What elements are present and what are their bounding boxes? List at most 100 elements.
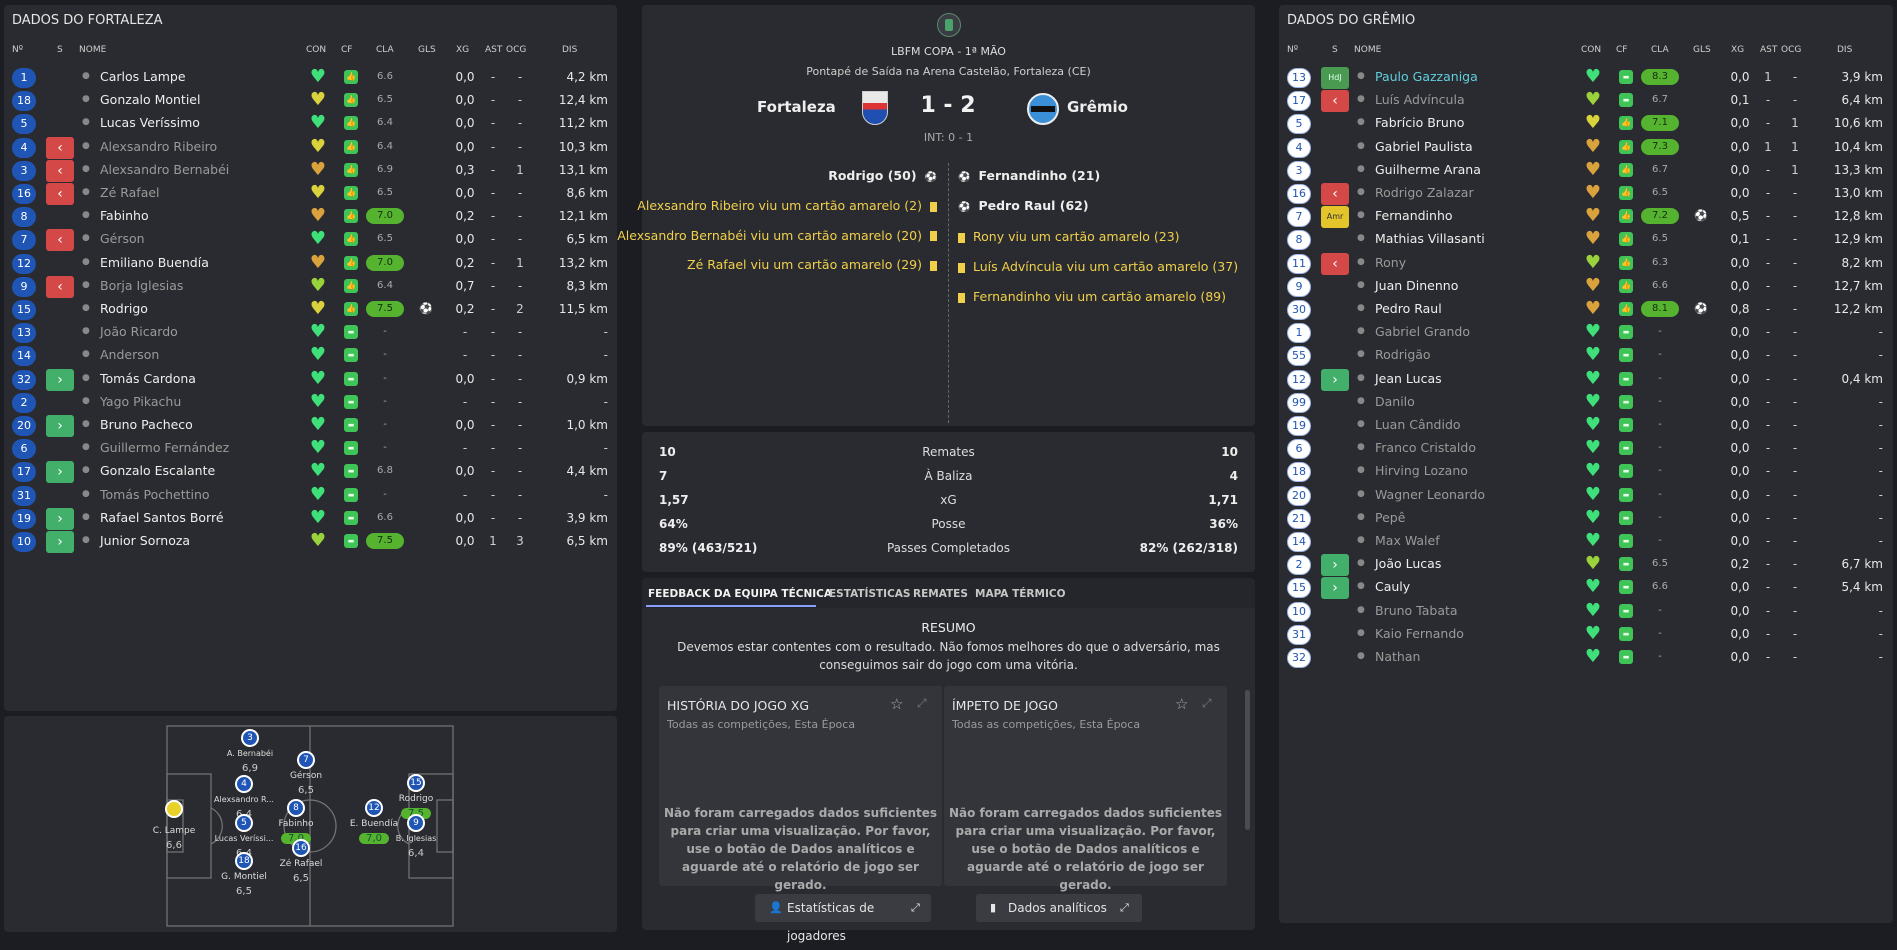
player-name[interactable]: João Lucas [1375,554,1441,574]
col-ast[interactable]: AST [485,45,502,55]
pitch-player[interactable]: 16 Zé Rafael 6,5 [266,839,336,899]
player-name[interactable]: Franco Cristaldo [1375,438,1476,458]
player-name[interactable]: Luan Cândido [1375,415,1461,435]
condition-heart-icon: ♥ [1584,321,1602,343]
player-name[interactable]: Jean Lucas [1375,369,1442,389]
player-name[interactable]: Guilherme Arana [1375,160,1481,180]
col-cla[interactable]: CLA [1651,45,1669,55]
col-ocg[interactable]: OCG [506,45,526,55]
pitch-player-rating: 6,6 [166,840,182,851]
player-name[interactable]: Max Walef [1375,531,1440,551]
table-row[interactable]: 10 › ● Junior Sornoza ♥ ▬ 7.5 0,0 1 3 6,5 km [4,526,617,554]
assists-value: - [490,209,496,224]
player-icon: ● [1357,465,1365,476]
player-name[interactable]: Lucas Veríssimo [100,113,200,133]
xg-value: 0,0 [455,93,475,108]
col-xg[interactable]: XG [456,45,469,55]
player-name[interactable]: Nathan [1375,647,1420,667]
player-name[interactable]: Carlos Lampe [100,67,186,87]
player-name[interactable]: Fabrício Bruno [1375,113,1464,133]
col-gls[interactable]: GLS [418,45,436,55]
msg-line: use o botão de Dados analíticos e [686,842,915,856]
tab-feedback[interactable]: FEEDBACK DA EQUIPA TÉCNICA [648,588,832,600]
col-sub[interactable]: S [1332,45,1338,55]
col-cf[interactable]: CF [341,45,352,55]
col-dis[interactable]: DIS [562,45,577,55]
col-gls[interactable]: GLS [1693,45,1711,55]
player-name[interactable]: Alexsandro Bernabéi [100,160,229,180]
home-team-name[interactable]: Fortaleza [757,98,836,116]
star-icon[interactable]: ☆ [1175,695,1188,713]
chances-value: 2 [516,302,524,316]
tab-statistics[interactable]: ESTATÍSTICAS [829,588,911,600]
player-name[interactable]: Tomás Cardona [100,369,196,389]
player-name[interactable]: Danilo [1375,392,1415,412]
player-name[interactable]: Rodrigo Zalazar [1375,183,1474,203]
player-name[interactable]: Borja Iglesias [100,276,183,296]
player-name[interactable]: Alexsandro Ribeiro [100,137,217,157]
player-name[interactable]: João Ricardo [100,322,178,342]
player-name[interactable]: Anderson [100,345,159,365]
player-name[interactable]: Gonzalo Montiel [100,90,200,110]
assists-value: - [1765,325,1771,340]
player-name[interactable]: Yago Pikachu [100,392,181,412]
col-xg[interactable]: XG [1731,45,1744,55]
player-name[interactable]: Mathias Villasanti [1375,229,1485,249]
pitch-player[interactable]: C. Lampe 6,6 [139,800,209,860]
col-ast[interactable]: AST [1760,45,1777,55]
player-name[interactable]: Paulo Gazzaniga [1375,67,1478,87]
player-name[interactable]: Bruno Pacheco [100,415,193,435]
col-dis[interactable]: DIS [1837,45,1852,55]
rating-badge: 6.4 [377,279,393,291]
expand-icon[interactable]: ⤢ [1202,696,1212,711]
pitch-player[interactable]: 9 B. Iglesias 6,4 [381,814,451,874]
player-name[interactable]: Gérson [100,229,145,249]
player-name[interactable]: Fabinho [100,206,149,226]
player-name[interactable]: Tomás Pochettino [100,485,210,505]
player-name[interactable]: Kaio Fernando [1375,624,1464,644]
player-name[interactable]: Juan Dinenno [1375,276,1458,296]
player-name[interactable]: Gabriel Grando [1375,322,1470,342]
tab-shots[interactable]: REMATES [913,588,968,600]
player-name[interactable]: Gonzalo Escalante [100,461,215,481]
player-name[interactable]: Junior Sornoza [100,531,190,551]
player-name[interactable]: Rodrigão [1375,345,1431,365]
player-name[interactable]: Rafael Santos Borré [100,508,224,528]
col-cla[interactable]: CLA [376,45,394,55]
expand-icon[interactable]: ⤢ [917,696,927,711]
star-icon[interactable]: ☆ [890,695,903,713]
col-con[interactable]: CON [306,45,326,55]
col-ocg[interactable]: OCG [1781,45,1801,55]
player-name[interactable]: Bruno Tabata [1375,601,1458,621]
chances-value: - [1792,255,1798,270]
player-name[interactable]: Pepê [1375,508,1405,528]
col-sub[interactable]: S [57,45,63,55]
player-name[interactable]: Pedro Raul [1375,299,1442,319]
player-name[interactable]: Luís Advíncula [1375,90,1465,110]
player-name[interactable]: Fernandinho [1375,206,1453,226]
col-name[interactable]: NOME [79,45,106,55]
player-name[interactable]: Hirving Lozano [1375,461,1468,481]
scrollbar[interactable] [1245,690,1250,830]
col-number[interactable]: Nº [1287,45,1298,55]
player-stats-button[interactable]: 👤 Estatísticas de jogadores ⤢ [755,894,931,943]
col-number[interactable]: Nº [12,45,23,55]
player-name[interactable]: Wagner Leonardo [1375,485,1485,505]
player-name[interactable]: Gabriel Paulista [1375,137,1473,157]
thumbs-up-icon: 👍 [344,255,358,270]
away-team-name[interactable]: Grêmio [1067,98,1128,116]
match-venue: Pontapé de Saída na Arena Castelão, Fort… [806,65,1091,78]
player-name[interactable]: Rodrigo [100,299,148,319]
player-name[interactable]: Rony [1375,253,1406,273]
col-name[interactable]: NOME [1354,45,1381,55]
player-name[interactable]: Emiliano Buendía [100,253,209,273]
player-name[interactable]: Cauly [1375,577,1410,597]
player-name[interactable]: Zé Rafael [100,183,160,203]
tab-heatmap[interactable]: MAPA TÉRMICO [975,588,1066,600]
assists-value: - [1765,116,1771,131]
col-cf[interactable]: CF [1616,45,1627,55]
table-row[interactable]: 32 ● Nathan ♥ ▬ - 0,0 - - - [1279,642,1893,670]
analytics-button[interactable]: ▮ Dados analíticos ⤢ [976,894,1142,922]
player-name[interactable]: Guillermo Fernández [100,438,229,458]
col-con[interactable]: CON [1581,45,1601,55]
